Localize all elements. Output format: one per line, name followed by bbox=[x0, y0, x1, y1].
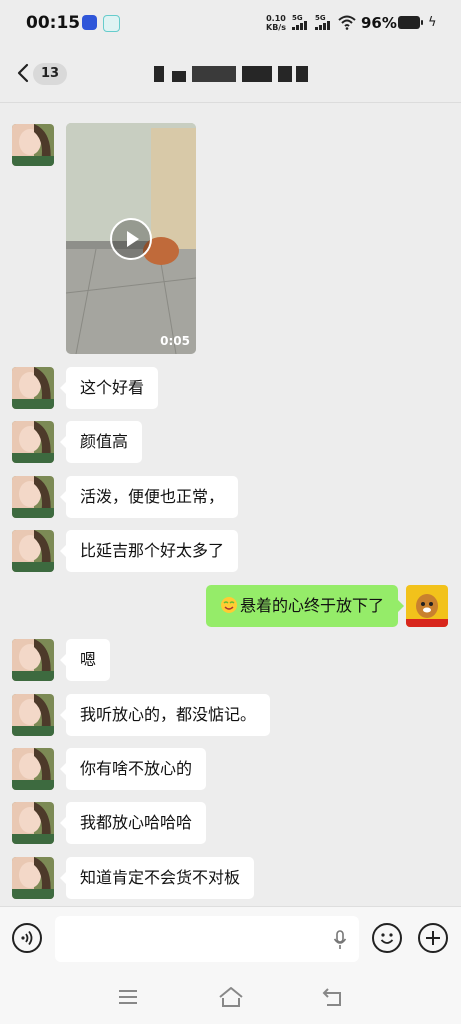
message-bubble[interactable]: 活泼，便便也正常， bbox=[59, 476, 239, 518]
input-bar bbox=[0, 906, 461, 973]
network-speed: 0.10 KB/s bbox=[266, 14, 286, 32]
message-bubble[interactable]: 我听放心的，都没惦记。 bbox=[59, 694, 271, 736]
contact-avatar[interactable] bbox=[12, 124, 54, 166]
contact-avatar[interactable] bbox=[12, 421, 54, 463]
my-avatar[interactable] bbox=[406, 585, 448, 627]
contact-avatar[interactable] bbox=[12, 694, 54, 736]
signal-bars-icon-2 bbox=[315, 21, 330, 30]
contact-avatar[interactable] bbox=[12, 748, 54, 790]
status-bar: 00:15 0.10 KB/s 5G 5G 96% ϟ bbox=[0, 0, 461, 46]
clock: 00:15 bbox=[26, 13, 81, 33]
relieved-emoji-icon bbox=[220, 588, 238, 613]
message-bubble[interactable]: 知道肯定不会货不对板 bbox=[59, 857, 255, 899]
message-text: 我都放心哈哈哈 bbox=[80, 813, 193, 832]
menu-icon[interactable] bbox=[117, 986, 139, 1008]
message-text: 比延吉那个好太多了 bbox=[80, 541, 225, 560]
video-message[interactable]: 0:05 bbox=[66, 123, 196, 354]
video-duration: 0:05 bbox=[160, 334, 190, 348]
message-bubble[interactable]: 颜值高 bbox=[59, 421, 143, 463]
contact-avatar[interactable] bbox=[12, 639, 54, 681]
plus-icon[interactable] bbox=[418, 923, 448, 953]
message-bubble[interactable]: 我都放心哈哈哈 bbox=[59, 802, 207, 844]
message-bubble[interactable]: 比延吉那个好太多了 bbox=[59, 530, 239, 572]
message-list[interactable]: 0:05 这个好看颜值高活泼，便便也正常， 比延吉那个好太多了悬着的心终于放下了嗯… bbox=[0, 103, 461, 906]
play-icon[interactable] bbox=[110, 218, 152, 260]
my-message-bubble[interactable]: 悬着的心终于放下了 bbox=[205, 585, 405, 627]
contact-avatar[interactable] bbox=[12, 367, 54, 409]
message-text: 嗯 bbox=[80, 650, 97, 669]
message-bubble[interactable]: 你有啥不放心的 bbox=[59, 748, 207, 790]
app-notification-icon-2 bbox=[103, 15, 120, 32]
message-bubble[interactable]: 这个好看 bbox=[59, 367, 159, 409]
battery-percent: 96% bbox=[361, 14, 397, 32]
contact-avatar[interactable] bbox=[12, 857, 54, 899]
message-text: 你有啥不放心的 bbox=[80, 759, 193, 778]
message-text: 活泼，便便也正常， bbox=[80, 487, 225, 506]
message-input[interactable] bbox=[55, 916, 359, 962]
voice-icon[interactable] bbox=[12, 923, 42, 953]
smiley-icon[interactable] bbox=[372, 923, 402, 953]
charging-icon: ϟ bbox=[428, 15, 437, 30]
back-icon[interactable] bbox=[322, 986, 344, 1008]
signal-bars-icon bbox=[292, 21, 307, 30]
home-icon[interactable] bbox=[218, 986, 244, 1008]
chat-header: 13 bbox=[0, 46, 461, 103]
message-text: 颜值高 bbox=[80, 432, 129, 451]
unread-count-badge[interactable]: 13 bbox=[33, 63, 67, 85]
chat-title-redacted bbox=[150, 66, 310, 82]
message-text: 知道肯定不会货不对板 bbox=[80, 868, 241, 887]
system-nav-bar bbox=[0, 972, 461, 1024]
contact-avatar[interactable] bbox=[12, 530, 54, 572]
wifi-icon bbox=[338, 15, 356, 30]
contact-avatar[interactable] bbox=[12, 802, 54, 844]
app-notification-icon bbox=[82, 15, 97, 30]
mic-icon[interactable] bbox=[333, 930, 347, 950]
back-chevron-icon[interactable] bbox=[16, 62, 30, 84]
message-text: 我听放心的，都没惦记。 bbox=[80, 705, 257, 724]
contact-avatar[interactable] bbox=[12, 476, 54, 518]
battery-icon bbox=[398, 16, 423, 29]
message-bubble[interactable]: 嗯 bbox=[59, 639, 111, 681]
message-text: 悬着的心终于放下了 bbox=[239, 596, 384, 615]
message-text: 这个好看 bbox=[80, 378, 145, 397]
